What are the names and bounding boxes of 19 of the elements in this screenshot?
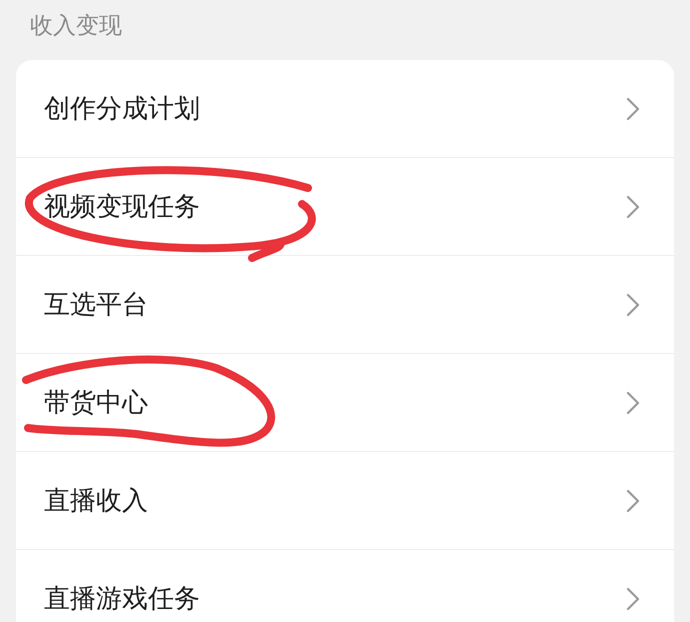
menu-item-label: 直播收入: [44, 485, 148, 518]
menu-item[interactable]: 直播游戏任务: [16, 550, 674, 622]
menu-item[interactable]: 直播收入: [16, 452, 674, 550]
chevron-right-icon: [626, 586, 640, 610]
chevron-right-icon: [626, 488, 640, 512]
menu-item[interactable]: 视频变现任务: [16, 158, 674, 256]
section-title: 收入变现: [30, 12, 122, 41]
menu-item-label: 互选平台: [44, 289, 148, 322]
chevron-right-icon: [626, 194, 640, 218]
menu-item[interactable]: 带货中心: [16, 354, 674, 452]
menu-item-label: 直播游戏任务: [44, 583, 200, 616]
chevron-right-icon: [626, 292, 640, 316]
menu-item-label: 带货中心: [44, 387, 148, 420]
menu-item-label: 视频变现任务: [44, 191, 200, 224]
menu-item[interactable]: 创作分成计划: [16, 60, 674, 158]
menu-item[interactable]: 互选平台: [16, 256, 674, 354]
menu-item-label: 创作分成计划: [44, 93, 200, 126]
chevron-right-icon: [626, 96, 640, 120]
chevron-right-icon: [626, 390, 640, 414]
